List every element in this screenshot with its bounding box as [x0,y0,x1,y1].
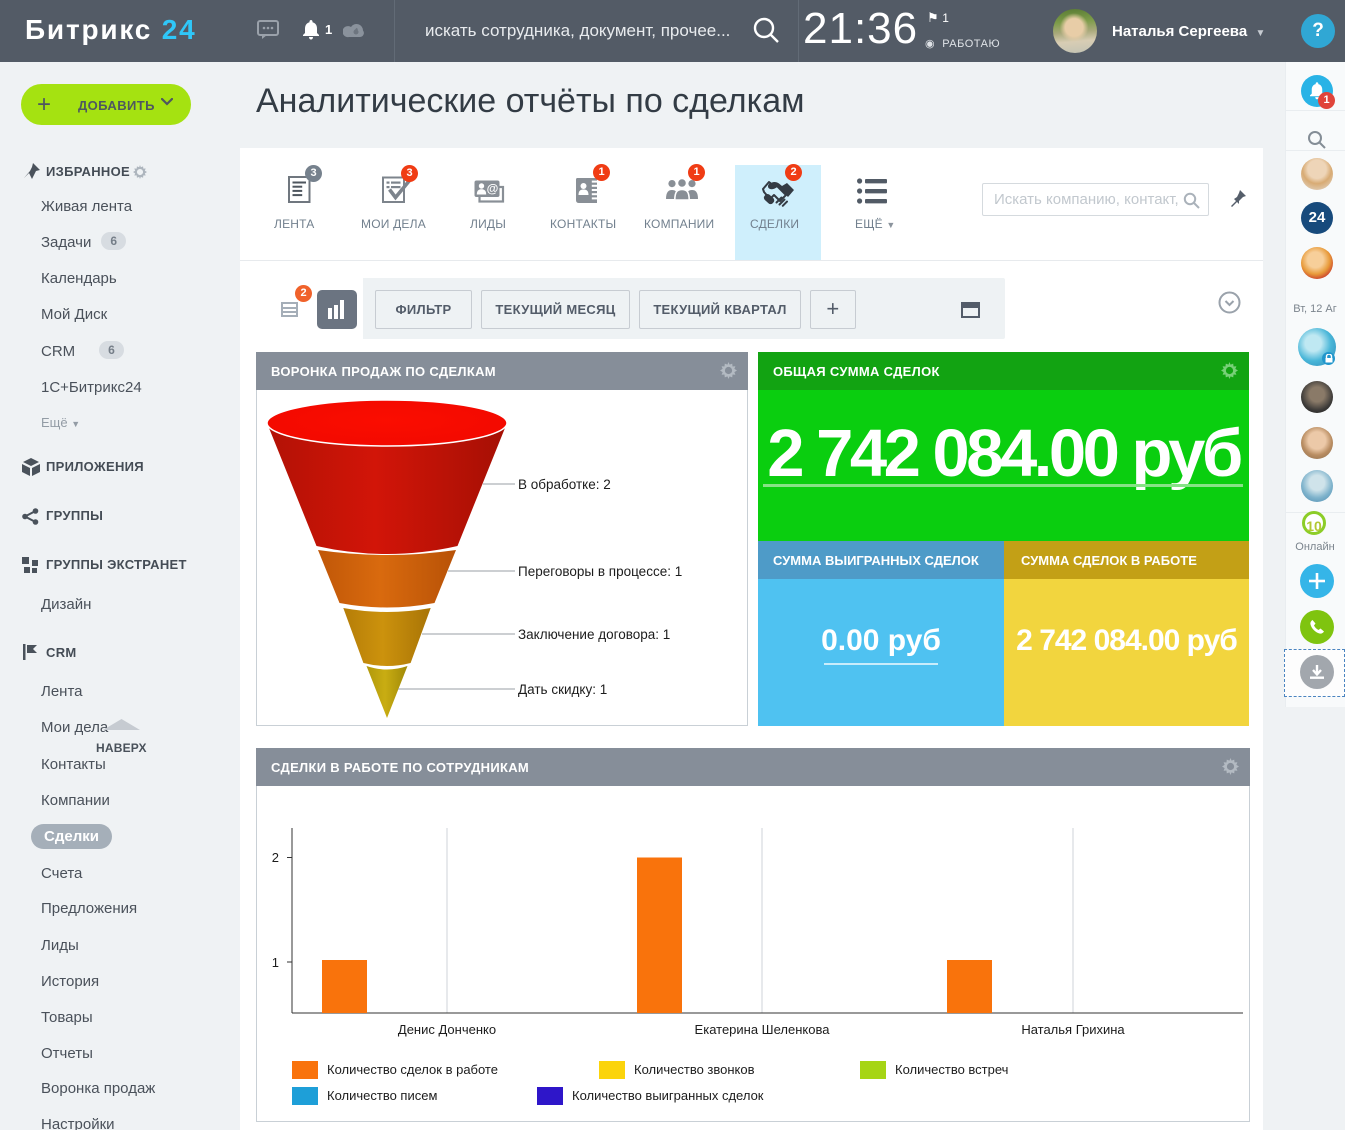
svg-text:В обработке: 2: В обработке: 2 [518,477,611,492]
svg-text:Количество выигранных сделок: Количество выигранных сделок [572,1088,764,1103]
svg-text:Количество писем: Количество писем [327,1088,437,1103]
svg-text:Наталья Грихина: Наталья Грихина [1021,1022,1125,1037]
svg-text:2: 2 [272,850,279,865]
svg-text:Количество звонков: Количество звонков [634,1062,755,1077]
svg-text:Переговоры в процессе: 1: Переговоры в процессе: 1 [518,564,682,579]
svg-text:Дать скидку: 1: Дать скидку: 1 [518,682,607,697]
svg-text:Денис Донченко: Денис Донченко [398,1022,496,1037]
svg-text:1: 1 [272,955,279,970]
svg-text:Количество встреч: Количество встреч [895,1062,1008,1077]
svg-text:Екатерина Шеленкова: Екатерина Шеленкова [695,1022,831,1037]
svg-text:@: @ [487,182,499,196]
svg-text:Количество сделок в работе: Количество сделок в работе [327,1062,498,1077]
svg-text:Заключение договора: 1: Заключение договора: 1 [518,627,670,642]
